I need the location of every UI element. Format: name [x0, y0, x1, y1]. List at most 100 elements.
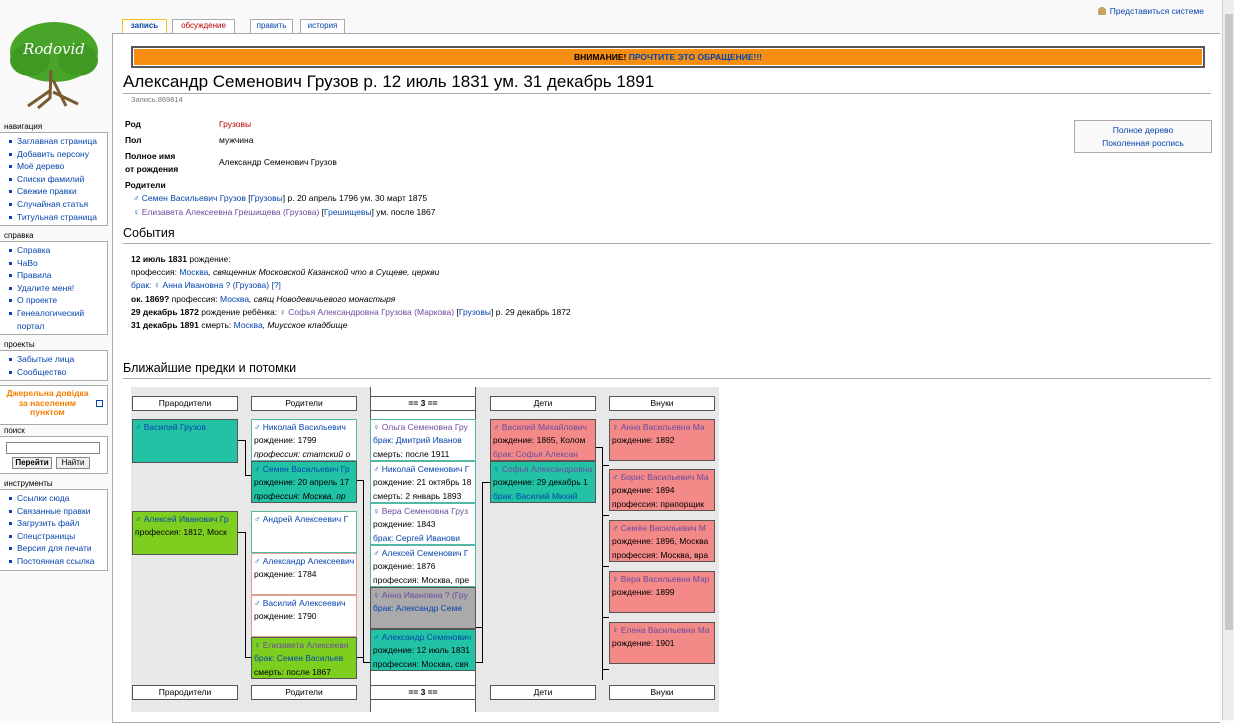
- nav-title-page[interactable]: Титульная страница: [6, 211, 107, 224]
- fullname-label-2: от рождения: [125, 164, 179, 174]
- forgotten-faces-link[interactable]: Забытые лица: [6, 353, 107, 366]
- person-card[interactable]: ♂ Алексей Иванович Гр профессия: 1812, М…: [132, 511, 238, 555]
- notice-banner: ВНИМАНИЕ! ПРОЧТИТЕ ЭТО ОБРАЩЕНИЕ!!!: [131, 46, 1205, 68]
- content-area: ВНИМАНИЕ! ПРОЧТИТЕ ЭТО ОБРАЩЕНИЕ!!! Алек…: [112, 33, 1220, 723]
- generation-list-link[interactable]: Поколенная роспись: [1075, 137, 1211, 150]
- search-title: поиск: [4, 426, 25, 435]
- sex-label: Пол: [125, 135, 142, 145]
- person-card[interactable]: ♂ Семён Васильевич М рождение: 1896, Мос…: [609, 520, 715, 562]
- find-button[interactable]: Найти: [56, 457, 90, 469]
- mother-link[interactable]: Елизавета Алексеевна Грешищева (Грузова): [142, 207, 320, 217]
- person-card[interactable]: ♂ Алексей Семенович Г рождение: 1876 про…: [370, 545, 476, 587]
- projects-title: проекты: [4, 340, 35, 349]
- mother-row: ♀ Елизавета Алексеевна Грешищева (Грузов…: [133, 207, 436, 217]
- father-row: ♂ Семен Васильевич Грузов [Грузовы] р. 2…: [133, 193, 428, 203]
- person-card[interactable]: ♀ Анна Васильевна Ма рождение: 1892: [609, 419, 715, 461]
- fullname-label-1: Полное имя: [125, 151, 176, 161]
- special-pages[interactable]: Спецстраницы: [6, 530, 107, 543]
- person-card[interactable]: ♂ Николай Васильевич рождение: 1799 проф…: [251, 419, 357, 461]
- person-card[interactable]: ♂ Семен Васильевич Гр рождение: 20 апрел…: [251, 461, 357, 503]
- upload-file[interactable]: Загрузить файл: [6, 517, 107, 530]
- rules-link[interactable]: Правила: [6, 269, 107, 282]
- clan-value[interactable]: Грузовы: [219, 119, 251, 129]
- person-card[interactable]: ♀ Анна Ивановна ? (Гру брак: Александр С…: [370, 587, 476, 629]
- person-card[interactable]: ♀ Софья Александровна рождение: 29 декаб…: [490, 461, 596, 503]
- external-link-icon: [96, 400, 103, 407]
- person-card[interactable]: ♂ Борис Васильевич Ма рождение: 1894 про…: [609, 469, 715, 511]
- father-dates: р. 20 апрель 1796 ум. 30 март 1875: [287, 193, 428, 203]
- tab-discussion[interactable]: обсуждение: [172, 19, 235, 33]
- person-card-self[interactable]: ♂ Александр Семенович рождение: 12 июль …: [370, 629, 476, 671]
- go-button[interactable]: Перейти: [12, 457, 52, 469]
- person-card[interactable]: ♂ Александр Алексеевич рождение: 1784: [251, 553, 357, 595]
- person-card[interactable]: ♀ Ольга Семеновна Гру брак: Дмитрий Иван…: [370, 419, 476, 461]
- event-marriage: брак: ♀ Анна Ивановна ? (Грузова) [?]: [131, 280, 281, 290]
- permanent-link[interactable]: Постоянная ссылка: [6, 555, 107, 568]
- tab-record[interactable]: запись: [122, 19, 167, 33]
- user-icon: [1097, 7, 1106, 15]
- nav-random-article[interactable]: Случайная статья: [6, 198, 107, 211]
- event-child-birth: 29 декабрь 1872 рождение ребёнка: ♀ Софь…: [131, 307, 571, 317]
- notice-warning: ВНИМАНИЕ!: [573, 52, 627, 62]
- tools-title: инструменты: [4, 479, 53, 488]
- header-children: Дети: [490, 396, 596, 411]
- father-clan-link[interactable]: Грузовы: [251, 193, 283, 203]
- person-card[interactable]: ♂ Василий Грузов: [132, 419, 238, 463]
- female-icon: ♀: [133, 207, 140, 217]
- rodovid-logo[interactable]: Rodovid: [8, 20, 100, 110]
- child-link[interactable]: Софья Александровна Грузова (Маркова): [288, 307, 454, 317]
- nav-main-page[interactable]: Заглавная страница: [6, 135, 107, 148]
- help-link[interactable]: Справка: [6, 244, 107, 257]
- help-portlet: справка Справка ЧаВо Правила Удалите мен…: [0, 231, 108, 336]
- events-heading: События: [123, 226, 175, 240]
- sex-value: мужчина: [219, 135, 254, 145]
- nav-recent-changes[interactable]: Свежие правки: [6, 185, 107, 198]
- record-id: Запись:869814: [131, 95, 183, 104]
- community-link[interactable]: Сообщество: [6, 366, 107, 379]
- person-card[interactable]: ♂ Николай Семенович Г рождение: 21 октяб…: [370, 461, 476, 503]
- about-link[interactable]: О проекте: [6, 294, 107, 307]
- event-profession-2: ок. 1869? профессия: Москва, свящ Новоде…: [131, 294, 396, 304]
- printable-version[interactable]: Версия для печати: [6, 542, 107, 555]
- father-link[interactable]: Семен Васильевич Грузов: [142, 193, 246, 203]
- nav-add-person[interactable]: Добавить персону: [6, 148, 107, 161]
- person-card[interactable]: ♂ Василий Алексеевич рождение: 1790: [251, 595, 357, 637]
- person-card[interactable]: ♀ Вера Семеновна Груз рождение: 1843 бра…: [370, 503, 476, 545]
- genealogy-portal-link[interactable]: Генеалогический портал: [6, 307, 107, 332]
- person-card[interactable]: ♂ Василий Михайлович рождение: 1865, Кол…: [490, 419, 596, 461]
- fullname-value: Александр Семенович Грузов: [219, 157, 337, 167]
- navigation-title: навигация: [4, 122, 43, 131]
- nav-surname-lists[interactable]: Списки фамилий: [6, 173, 107, 186]
- parents-label: Родители: [125, 180, 166, 190]
- header-grandchildren: Внуки: [609, 396, 715, 411]
- mother-clan-link[interactable]: Грешищевы: [324, 207, 371, 217]
- related-changes[interactable]: Связанные правки: [6, 505, 107, 518]
- header-grandparents: Прародители: [132, 396, 238, 411]
- help-title: справка: [4, 231, 34, 240]
- tab-edit[interactable]: править: [250, 19, 293, 33]
- login-link[interactable]: Представиться системе: [1097, 6, 1204, 16]
- tab-history[interactable]: история: [300, 19, 345, 33]
- search-input[interactable]: [6, 442, 100, 454]
- faq-link[interactable]: ЧаВо: [6, 257, 107, 270]
- full-tree-link[interactable]: Полное дерево: [1075, 124, 1211, 137]
- header-generation-3: == 3 ==: [370, 396, 476, 411]
- event-birth: 12 июль 1831 рождение:: [131, 254, 231, 264]
- tree-heading: Ближайшие предки и потомки: [123, 361, 297, 375]
- person-card[interactable]: ♀ Елизавета Алексеевн брак: Семен Василь…: [251, 637, 357, 679]
- person-card[interactable]: ♂ Андрей Алексеевич Г: [251, 511, 357, 553]
- search-portlet: поиск: [0, 426, 108, 436]
- person-card[interactable]: ♀ Вера Васильевна Мар рождение: 1899: [609, 571, 715, 613]
- vertical-scrollbar[interactable]: [1222, 0, 1234, 720]
- nav-my-tree[interactable]: Моё дерево: [6, 160, 107, 173]
- notice-link[interactable]: ПРОЧТИТЕ ЭТО ОБРАЩЕНИЕ!!!: [629, 52, 762, 62]
- what-links-here[interactable]: Ссылки сюда: [6, 492, 107, 505]
- belarus-reference-link[interactable]: Джерельна довідка за населеним пунктом: [0, 385, 108, 425]
- spouse-link[interactable]: Анна Ивановна ? (Грузова): [163, 280, 270, 290]
- footer-grandparents: Прародители: [132, 685, 238, 700]
- person-card[interactable]: ♀ Елена Васильевна Ма рождение: 1901: [609, 622, 715, 664]
- scrollbar-thumb[interactable]: [1225, 14, 1233, 630]
- event-place-link[interactable]: Москва: [179, 267, 208, 277]
- header-parents: Родители: [251, 396, 357, 411]
- delete-me-link[interactable]: Удалите меня!: [6, 282, 107, 295]
